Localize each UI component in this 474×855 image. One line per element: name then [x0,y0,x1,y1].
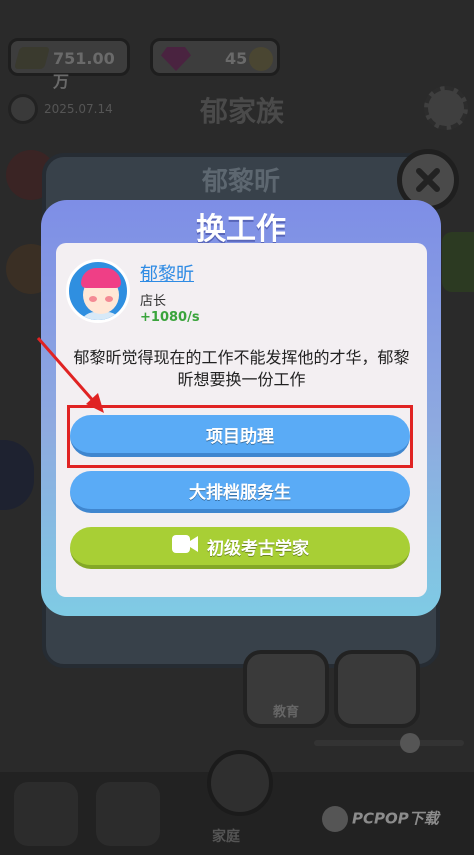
pointer-arrow-icon [36,337,104,413]
